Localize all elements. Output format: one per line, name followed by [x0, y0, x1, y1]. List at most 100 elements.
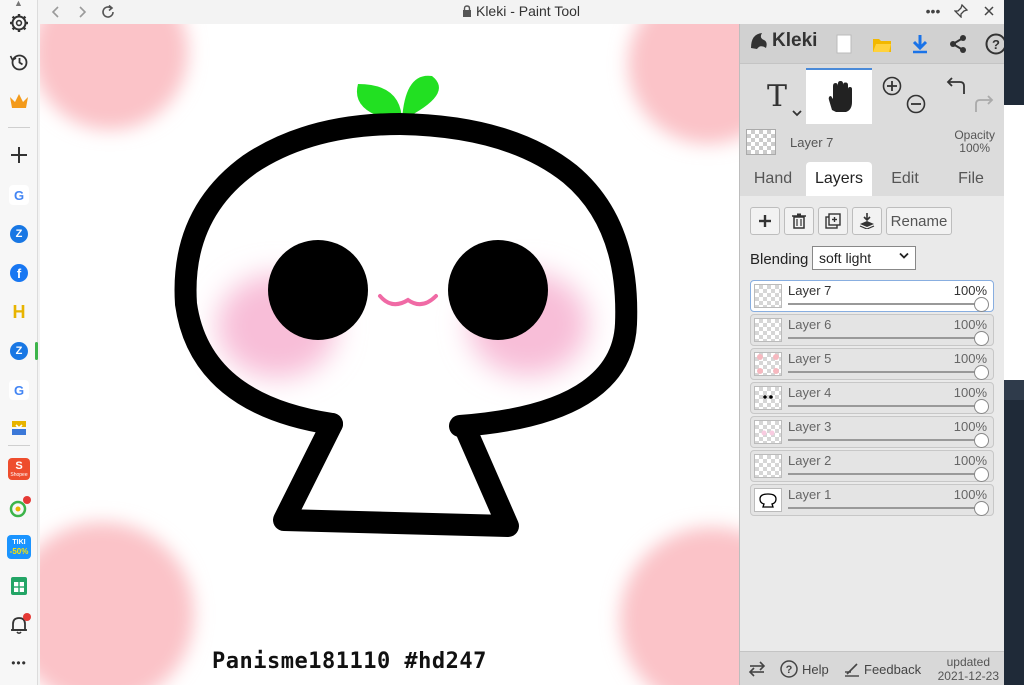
layer-thumbnail	[754, 352, 782, 376]
layer-thumbnail	[754, 318, 782, 342]
download-app-icon[interactable]	[4, 413, 34, 443]
layer-opacity-slider-track[interactable]	[788, 303, 979, 305]
zalo-icon[interactable]: Z	[4, 219, 34, 249]
eye-right	[448, 240, 548, 340]
text-tool-button[interactable]: T	[748, 68, 806, 124]
share-icon[interactable]	[946, 32, 970, 56]
tab-layers[interactable]: Layers	[806, 162, 872, 196]
layer-row[interactable]: Layer 7 100%	[750, 280, 994, 312]
scroll-up-arrow-icon[interactable]: ▲	[14, 0, 23, 8]
layer-row[interactable]: Layer 2 100%	[750, 450, 994, 482]
kleki-logo-icon	[751, 33, 767, 49]
duplicate-layer-button[interactable]	[818, 207, 848, 235]
layer-opacity-slider-track[interactable]	[788, 337, 979, 339]
redo-icon[interactable]	[972, 94, 994, 119]
layer-opacity-slider-track[interactable]	[788, 439, 979, 441]
trash-icon	[792, 213, 806, 229]
layers-panel: Rename Blending soft light Layer 7 100% La…	[740, 196, 1005, 685]
zalo-icon-2[interactable]: Z	[4, 336, 38, 366]
sheets-icon[interactable]	[4, 571, 34, 601]
delete-layer-button[interactable]	[784, 207, 814, 235]
layer-opacity-slider-track[interactable]	[788, 371, 979, 373]
panel-footer: ? Help Feedback updated 2021-12-23	[740, 651, 1005, 685]
open-folder-icon[interactable]	[870, 32, 894, 56]
add-layer-button[interactable]	[750, 207, 780, 235]
help-circle-icon: ?	[780, 660, 798, 678]
layer-row[interactable]: Layer 4 100%	[750, 382, 994, 414]
grab-icon[interactable]	[4, 493, 34, 523]
download-icon[interactable]	[908, 32, 932, 56]
help-label: Help	[802, 661, 829, 677]
google-icon[interactable]: G	[4, 180, 34, 210]
zoom-in-icon[interactable]	[882, 76, 902, 101]
tab-hand[interactable]: Hand	[740, 162, 806, 196]
window-titlebar: Kleki - Paint Tool •••	[38, 0, 1004, 24]
tab-edit[interactable]: Edit	[872, 162, 938, 196]
blending-select[interactable]: soft light	[812, 246, 916, 270]
layer-opacity-slider-handle[interactable]	[973, 433, 989, 448]
undo-redo-controls	[938, 68, 1002, 124]
feedback-button[interactable]: Feedback	[844, 652, 921, 685]
close-icon[interactable]	[980, 2, 998, 20]
facebook-icon[interactable]: f	[4, 258, 34, 288]
layer-name: Layer 4	[788, 385, 832, 400]
tool-panel: Kleki ? T Layer 7 Opacity 100% Hand Laye…	[739, 24, 1007, 685]
layer-row[interactable]: Layer 5 100%	[750, 348, 994, 380]
pink-corner-blob	[620, 527, 739, 685]
help-button[interactable]: ? Help	[780, 652, 829, 685]
layer-opacity: 100%	[953, 453, 987, 468]
google-icon-2[interactable]: G	[4, 375, 34, 405]
merge-layer-button[interactable]	[852, 207, 882, 235]
hand-tool-button[interactable]	[806, 68, 872, 124]
layer-row[interactable]: Layer 1 100%	[750, 484, 994, 516]
blending-label: Blending	[750, 251, 809, 268]
screen: ▲ G Z f H Z G S Shopee TIKI -50% ••• Kle…	[0, 0, 1024, 685]
layer-opacity-slider-handle[interactable]	[973, 297, 989, 312]
tiki-icon[interactable]: TIKI -50%	[4, 532, 34, 562]
panel-tabs: Hand Layers Edit File	[740, 162, 1005, 196]
layer-opacity-slider-track[interactable]	[788, 473, 979, 475]
more-icon[interactable]: •••	[4, 648, 34, 678]
layer-opacity: 100%	[953, 351, 987, 366]
layer-opacity: 100%	[953, 419, 987, 434]
tab-file[interactable]: File	[938, 162, 1004, 196]
layer-thumbnail	[754, 454, 782, 478]
crown-icon[interactable]	[4, 86, 34, 116]
history-icon[interactable]	[4, 47, 34, 77]
layer-name: Layer 3	[788, 419, 832, 434]
layer-opacity-slider-track[interactable]	[788, 405, 979, 407]
drawing-canvas[interactable]: Panisme181110 #hd247	[40, 24, 739, 685]
kleki-logo[interactable]: Kleki	[748, 30, 817, 52]
settings-icon[interactable]	[4, 8, 34, 38]
duplicate-icon	[825, 213, 841, 229]
new-document-icon[interactable]	[832, 32, 856, 56]
layer-opacity-slider-handle[interactable]	[973, 331, 989, 346]
mouth	[378, 294, 438, 307]
layer-row[interactable]: Layer 6 100%	[750, 314, 994, 346]
layer-opacity-slider-handle[interactable]	[973, 467, 989, 482]
swap-panel-button[interactable]	[748, 652, 766, 685]
layer-opacity-slider-handle[interactable]	[973, 501, 989, 516]
layer-opacity-slider-handle[interactable]	[973, 365, 989, 380]
rename-layer-button[interactable]: Rename	[886, 207, 952, 235]
lock-icon	[462, 4, 472, 20]
bell-icon[interactable]	[4, 610, 34, 640]
body-outline	[273, 413, 519, 537]
add-icon[interactable]	[4, 140, 34, 170]
zoom-out-icon[interactable]	[906, 94, 926, 119]
undo-icon[interactable]	[946, 76, 968, 101]
zoom-controls	[874, 68, 934, 124]
background-window-edge	[1004, 0, 1024, 685]
bell-notification-dot	[23, 613, 31, 621]
more-options-icon[interactable]: •••	[924, 2, 942, 20]
layer-opacity-slider-track[interactable]	[788, 507, 979, 509]
grab-notification-dot	[23, 496, 31, 504]
layer-opacity: 100%	[953, 283, 987, 298]
h-app-icon[interactable]: H	[4, 297, 34, 327]
shopee-icon[interactable]: S Shopee	[4, 454, 34, 484]
layer-row[interactable]: Layer 3 100%	[750, 416, 994, 448]
sidebar-separator-2	[8, 445, 30, 446]
chevron-down-icon[interactable]	[792, 109, 802, 120]
layer-opacity-slider-handle[interactable]	[973, 399, 989, 414]
pin-icon[interactable]	[952, 2, 970, 20]
